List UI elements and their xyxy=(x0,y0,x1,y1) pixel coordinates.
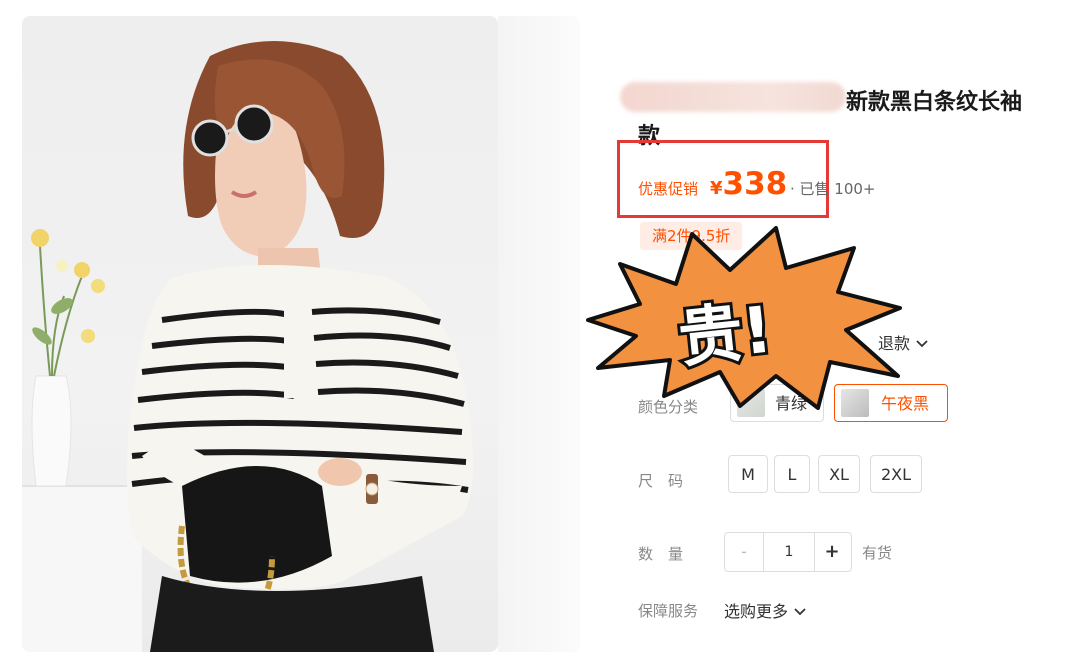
service-selector[interactable]: 选购更多 xyxy=(724,598,807,622)
quantity-input[interactable]: 1 xyxy=(763,533,815,571)
quantity-stepper: - 1 + xyxy=(724,532,852,572)
size-option-m[interactable]: M xyxy=(728,455,768,493)
size-option-2xl[interactable]: 2XL xyxy=(870,455,922,493)
service-label: 保障服务 xyxy=(638,602,699,620)
product-image[interactable] xyxy=(22,16,498,652)
size-label: 尺 码 xyxy=(638,472,684,490)
image-gallery-edge xyxy=(498,16,580,652)
price: ¥338 xyxy=(710,166,787,202)
quantity-decrement-button[interactable]: - xyxy=(725,533,763,571)
price-amount: 338 xyxy=(722,166,788,202)
sticker-text: 贵! xyxy=(675,293,775,376)
promo-label: 优惠促销 xyxy=(638,180,699,198)
quantity-increment-button[interactable]: + xyxy=(813,533,851,571)
stock-status: 有货 xyxy=(862,544,893,562)
title-redacted-blur xyxy=(620,82,846,112)
chevron-down-icon xyxy=(915,334,929,353)
expensive-burst-sticker: 贵! xyxy=(580,226,910,414)
size-option-xl[interactable]: XL xyxy=(818,455,860,493)
quantity-label: 数 量 xyxy=(638,545,684,563)
model-illustration xyxy=(22,41,474,652)
size-option-l[interactable]: L xyxy=(774,455,810,493)
currency-symbol: ¥ xyxy=(710,178,723,199)
chevron-down-icon xyxy=(793,602,807,621)
product-title-line-1: 新款黑白条纹长袖 xyxy=(846,90,1023,115)
service-value-label: 选购更多 xyxy=(724,602,789,621)
sold-count: · 已售 100+ xyxy=(790,180,876,198)
